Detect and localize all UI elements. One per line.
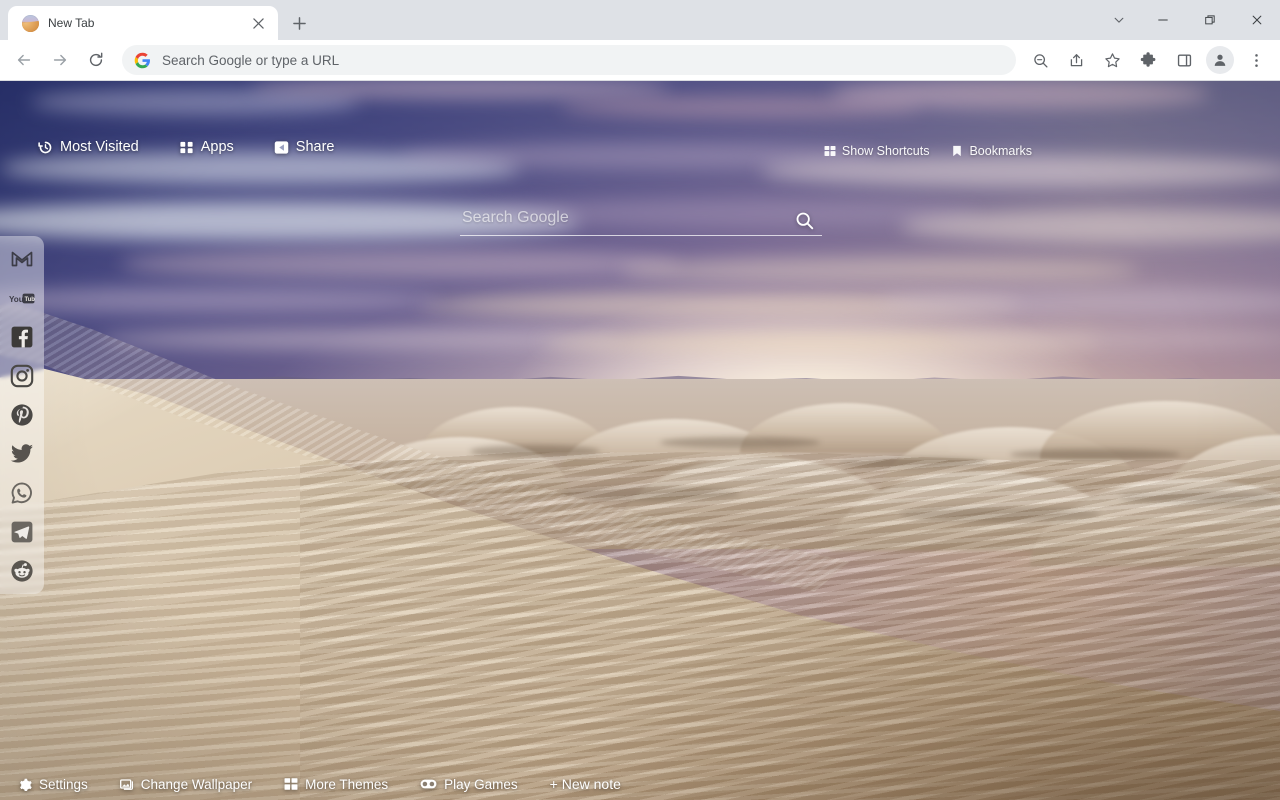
close-icon[interactable]	[248, 13, 268, 33]
bottom-link-label: Settings	[39, 776, 88, 792]
address-bar-placeholder: Search Google or type a URL	[162, 52, 340, 68]
newtab-toggles: Show Shortcuts Bookmarks	[824, 144, 1032, 158]
top-link-label: Apps	[200, 139, 234, 155]
bottom-link-play-games[interactable]: Play Games	[420, 777, 518, 792]
profile-avatar[interactable]	[1206, 46, 1234, 74]
gear-icon	[20, 778, 32, 791]
bottom-link-more-themes[interactable]: More Themes	[284, 777, 388, 792]
svg-text:You: You	[9, 294, 24, 303]
twitter-icon	[10, 444, 33, 463]
forward-icon[interactable]	[44, 44, 76, 76]
social-link-facebook[interactable]	[9, 324, 35, 350]
minimize-icon[interactable]	[1139, 0, 1186, 40]
new-tab-button[interactable]	[285, 9, 313, 37]
new-tab-overlay-ui: Most Visited Apps Share Search Google Sh…	[0, 81, 1280, 800]
chevron-down-icon[interactable]	[1099, 0, 1139, 40]
reload-icon[interactable]	[80, 44, 112, 76]
maximize-restore-icon[interactable]	[1186, 0, 1233, 40]
bottom-link-label: + New note	[549, 776, 621, 792]
social-shortcuts-sidebar: You Tube	[0, 236, 44, 594]
apps-grid-icon	[180, 141, 193, 153]
social-link-telegram[interactable]	[9, 519, 35, 545]
facebook-icon	[11, 326, 33, 348]
toggle-bookmarks[interactable]: Bookmarks	[951, 144, 1032, 158]
social-link-whatsapp[interactable]	[9, 480, 35, 506]
tab-title: New Tab	[48, 16, 95, 30]
social-link-reddit[interactable]	[9, 558, 35, 584]
grid-icon	[284, 778, 298, 790]
social-link-pinterest[interactable]	[9, 402, 35, 428]
history-icon	[38, 141, 52, 153]
newtab-search	[460, 209, 822, 236]
gmail-icon	[11, 251, 33, 267]
bookmark-star-icon[interactable]	[1096, 44, 1128, 76]
shortcuts-grid-icon	[824, 146, 836, 156]
desert-dune-favicon	[22, 14, 39, 32]
image-icon	[119, 779, 133, 790]
top-link-label: Share	[295, 139, 335, 155]
window-controls	[1099, 0, 1280, 40]
telegram-icon	[11, 521, 33, 543]
share-icon[interactable]	[1060, 44, 1092, 76]
social-link-gmail[interactable]	[9, 246, 35, 272]
share-icon	[274, 140, 289, 154]
chrome-browser-window: New Tab Search Google or type a URL Most…	[0, 0, 1280, 800]
top-link-share[interactable]: Share	[274, 139, 335, 155]
search-input[interactable]	[460, 209, 822, 236]
gamepad-icon	[420, 779, 437, 789]
bottom-link-change-wallpaper[interactable]: Change Wallpaper	[119, 776, 253, 792]
search-icon[interactable]	[795, 211, 814, 230]
pinterest-icon	[11, 404, 33, 426]
social-link-youtube[interactable]: You Tube	[9, 285, 35, 311]
instagram-icon	[10, 364, 34, 388]
top-links: Most Visited Apps Share	[38, 139, 334, 155]
bottom-link-label: More Themes	[305, 776, 389, 792]
newtab-bottom-bar: Settings Change Wallpaper More Themes Pl…	[0, 776, 1280, 792]
youtube-icon: You Tube	[9, 293, 35, 303]
address-bar[interactable]: Search Google or type a URL	[122, 45, 1016, 75]
tab-strip: New Tab	[0, 0, 1280, 40]
search-lens-icon[interactable]	[1024, 44, 1056, 76]
top-link-label: Most Visited	[60, 139, 139, 155]
toolbar-actions	[1022, 44, 1274, 76]
whatsapp-icon	[11, 482, 32, 504]
reddit-icon	[11, 560, 33, 582]
bottom-link-label: Play Games	[444, 776, 518, 792]
top-link-most-visited[interactable]: Most Visited	[38, 139, 139, 155]
bottom-link-settings[interactable]: Settings	[18, 777, 88, 792]
bottom-link-label: Change Wallpaper	[140, 776, 253, 792]
toggle-label: Bookmarks	[969, 144, 1032, 158]
google-g-icon	[134, 52, 150, 68]
toggle-show-shortcuts[interactable]: Show Shortcuts	[824, 144, 930, 158]
extensions-puzzle-icon[interactable]	[1132, 44, 1164, 76]
close-window-icon[interactable]	[1233, 0, 1280, 40]
social-link-instagram[interactable]	[9, 363, 35, 389]
social-link-twitter[interactable]	[9, 441, 35, 467]
new-tab-page: Most Visited Apps Share Search Google Sh…	[0, 81, 1280, 800]
browser-tab[interactable]: New Tab	[8, 6, 278, 40]
side-panel-icon[interactable]	[1168, 44, 1200, 76]
bookmark-flag-icon	[953, 145, 962, 157]
toggle-label: Show Shortcuts	[841, 144, 930, 158]
bottom-link-new-note[interactable]: + New note	[550, 776, 621, 792]
svg-text:Tube: Tube	[24, 297, 35, 303]
browser-toolbar: Search Google or type a URL	[0, 40, 1280, 81]
chrome-menu-icon[interactable]	[1240, 44, 1272, 76]
top-link-apps[interactable]: Apps	[179, 139, 234, 155]
back-icon[interactable]	[8, 44, 40, 76]
